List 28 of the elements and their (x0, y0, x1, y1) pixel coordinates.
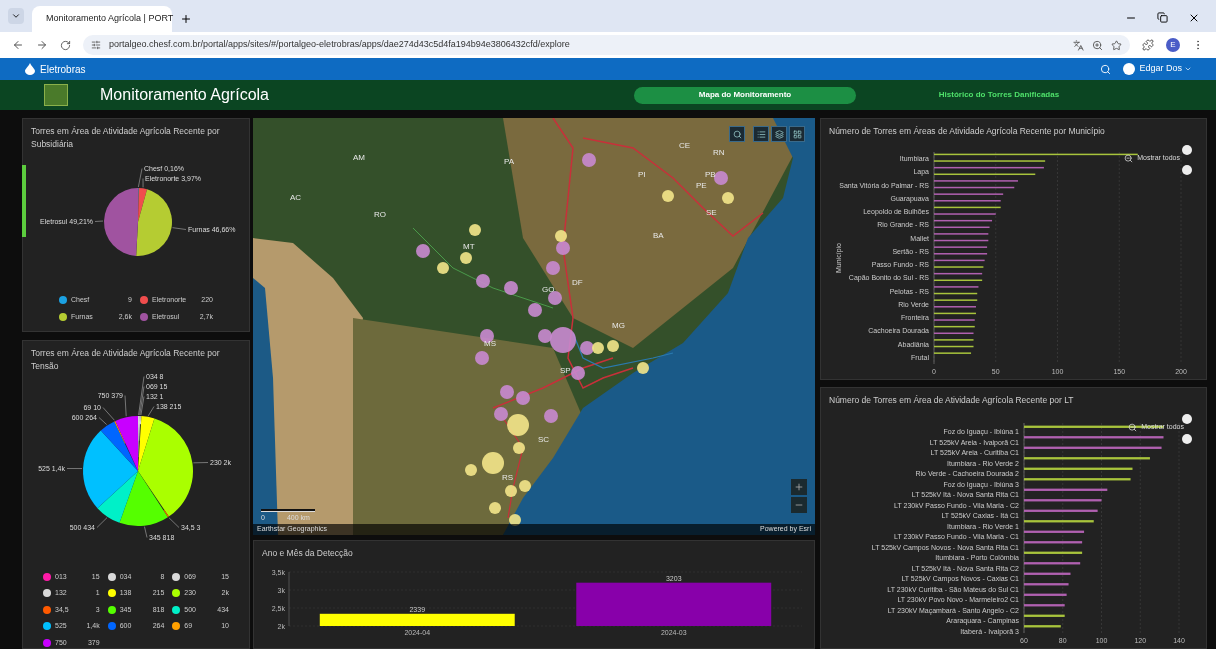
state-label: RO (374, 211, 386, 219)
dashboard-title: Monitoramento Agrícola (100, 85, 269, 105)
state-label: RS (502, 474, 514, 482)
state-label: PI (638, 171, 646, 179)
state-label: RN (713, 149, 725, 157)
state-label: MG (612, 322, 625, 330)
state-label: SE (706, 209, 717, 217)
panel-title: Número de Torres em Área de Atividade Agrícola Recente por LT (828, 394, 1075, 407)
url-text: portalgeo.chesf.com.br/portal/apps/sites/#/portalgeo-eletrobras/apps/dae274d43c5d4fa194b94e3806432cfd/explore (109, 38, 571, 52)
state-label: PE (696, 182, 707, 190)
panel-title: Número de Torres em Áreas de Atividade Agrícola Recente por Município (828, 125, 1106, 138)
state-label: PB (705, 171, 716, 179)
state-label: MT (463, 243, 475, 251)
state-label: BA (653, 232, 664, 240)
state-label: MS (484, 340, 496, 348)
state-label: AC (290, 194, 302, 202)
panel-title: Torres em Área de Atividade Agrícola Recente por Tensão (30, 346, 221, 373)
state-label: SP (560, 367, 571, 375)
state-label: CE (679, 142, 691, 150)
tab-title: Monitoramento Agrícola | PORT (46, 12, 174, 26)
brand-name: Eletrobras (40, 62, 86, 77)
state-label: SC (538, 436, 550, 444)
state-label: PA (504, 158, 515, 166)
state-label: DF (572, 279, 583, 287)
state-label: AM (353, 154, 365, 162)
panel-title: Torres em Área de Atividade Agrícola Recente por Subsidiária (30, 125, 221, 151)
state-label: GO (542, 286, 555, 294)
panel-title: Ano e Mês da Detecção (261, 547, 354, 560)
